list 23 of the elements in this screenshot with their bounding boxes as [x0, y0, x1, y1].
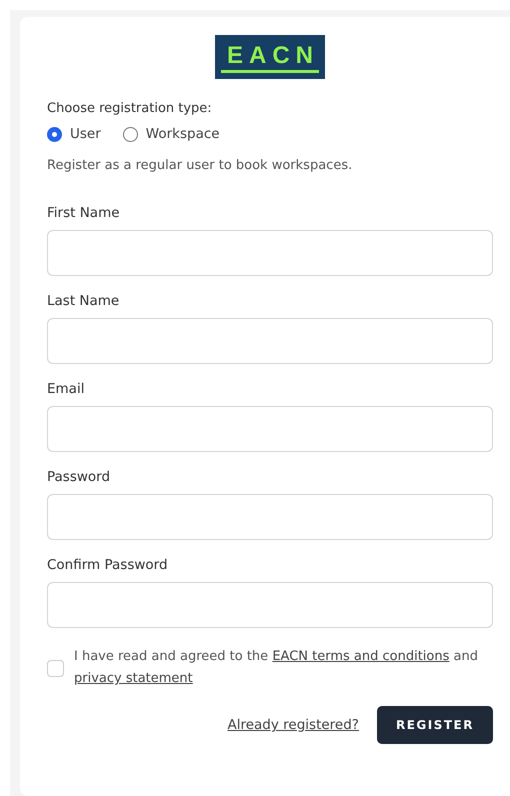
- input-field[interactable]: [47, 582, 493, 628]
- consent-text: I have read and agreed to the EACN terms and conditions and privacy statement: [74, 648, 479, 688]
- logo: EACN: [215, 35, 325, 79]
- field-label: Password: [47, 469, 112, 485]
- terms-link[interactable]: EACN terms and conditions: [272, 649, 450, 664]
- registration-type-label: Choose registration type:: [47, 101, 213, 116]
- input-field[interactable]: [47, 406, 493, 452]
- login-link[interactable]: Already registered?: [227, 717, 359, 733]
- register-button[interactable]: REGISTER: [376, 706, 493, 744]
- field-label: Confirm Password: [47, 557, 169, 573]
- radio-option[interactable]: User: [47, 126, 101, 142]
- field-label: Last Name: [47, 293, 120, 309]
- field-label: Email: [47, 381, 86, 397]
- field-label: First Name: [47, 205, 121, 221]
- privacy-link[interactable]: privacy statement: [74, 671, 193, 686]
- radio-icon[interactable]: [122, 126, 138, 142]
- input-field[interactable]: [47, 230, 493, 276]
- radio-option[interactable]: Workspace: [122, 126, 220, 142]
- checkbox[interactable]: [47, 660, 64, 676]
- radio-icon[interactable]: [47, 126, 62, 142]
- input-field[interactable]: [47, 318, 493, 364]
- registration-description: Register as a regular user to book workspaces.: [47, 158, 354, 173]
- input-field[interactable]: [47, 494, 493, 540]
